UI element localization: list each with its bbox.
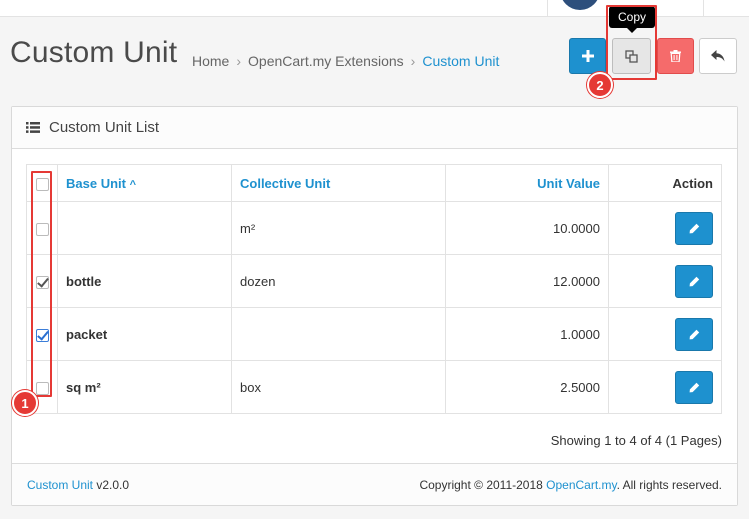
breadcrumb-separator: › <box>410 53 416 69</box>
step-marker-2: 2 <box>587 72 613 98</box>
copy-icon <box>625 49 638 63</box>
pencil-icon <box>689 382 699 392</box>
add-new-button[interactable] <box>569 38 606 74</box>
row-checkbox[interactable] <box>35 275 49 289</box>
reply-icon <box>711 50 725 62</box>
pagination-summary: Showing 1 to 4 of 4 (1 Pages) <box>550 433 722 448</box>
pencil-icon <box>689 223 699 233</box>
version-text: v2.0.0 <box>93 477 130 492</box>
row-select-cell <box>26 307 58 361</box>
plus-icon <box>581 50 594 62</box>
unit-value-cell: 1.0000 <box>445 307 609 361</box>
column-header-unit-value[interactable]: Unit Value <box>445 164 609 202</box>
module-link[interactable]: Custom Unit <box>27 478 93 492</box>
table-row: m² 10.0000 <box>26 201 722 255</box>
row-checkbox[interactable] <box>35 222 49 236</box>
tooltip-arrow <box>627 28 637 33</box>
select-all-checkbox[interactable] <box>35 177 49 191</box>
row-select-cell <box>26 201 58 255</box>
back-button[interactable] <box>699 38 737 74</box>
select-all-cell <box>26 164 58 202</box>
company-link[interactable]: OpenCart.my <box>546 478 616 492</box>
navbar-divider <box>703 0 704 17</box>
base-unit-cell: bottle <box>57 254 232 308</box>
action-cell <box>608 201 722 255</box>
unit-value-cell: 12.0000 <box>445 254 609 308</box>
column-header-collective-unit[interactable]: Collective Unit <box>231 164 446 202</box>
pencil-icon <box>689 276 699 286</box>
copyright: Copyright © 2011-2018 OpenCart.my. All r… <box>419 478 722 492</box>
sort-ascending-icon: ^ <box>129 178 137 191</box>
row-checkbox[interactable] <box>35 328 49 342</box>
pencil-icon <box>689 329 699 339</box>
copyright-prefix: Copyright © 2011-2018 <box>419 477 547 492</box>
base-unit-cell <box>57 201 232 255</box>
page-title: Custom Unit <box>10 36 178 69</box>
table-row: packet 1.0000 <box>26 307 722 361</box>
delete-button[interactable] <box>657 38 694 74</box>
breadcrumb-extensions[interactable]: OpenCart.my Extensions <box>248 53 404 69</box>
copy-button[interactable] <box>612 38 651 74</box>
panel-heading: Custom Unit List <box>12 107 737 149</box>
custom-unit-panel: Custom Unit List Base Unit ^ Collective … <box>11 106 738 506</box>
breadcrumb-separator: › <box>236 53 242 69</box>
panel-footer: Custom Unit v2.0.0 Copyright © 2011-2018… <box>12 463 737 505</box>
unit-value-cell: 2.5000 <box>445 360 609 414</box>
edit-button[interactable] <box>675 211 713 245</box>
base-unit-cell: packet <box>57 307 232 361</box>
unit-value-cell: 10.0000 <box>445 201 609 255</box>
edit-button[interactable] <box>675 264 713 298</box>
collective-unit-cell: box <box>231 360 446 414</box>
collective-unit-cell <box>231 307 446 361</box>
column-header-base-unit[interactable]: Base Unit ^ <box>57 164 232 202</box>
edit-button[interactable] <box>675 370 713 404</box>
action-cell <box>608 254 722 308</box>
table-header-row: Base Unit ^ Collective Unit Unit Value A… <box>26 164 722 202</box>
collective-unit-cell: m² <box>231 201 446 255</box>
navbar-divider <box>547 0 548 17</box>
row-select-cell <box>26 254 58 308</box>
row-checkbox[interactable] <box>35 381 49 395</box>
list-icon <box>26 122 40 133</box>
edit-button[interactable] <box>675 317 713 351</box>
user-avatar[interactable] <box>560 0 600 10</box>
base-unit-sort-link[interactable]: Base Unit <box>66 176 126 191</box>
action-cell <box>608 360 722 414</box>
table-row: bottle dozen 12.0000 <box>26 254 722 308</box>
column-header-action: Action <box>608 164 722 202</box>
breadcrumb-custom-unit[interactable]: Custom Unit <box>422 53 499 69</box>
table-row: sq m² box 2.5000 <box>26 360 722 414</box>
copy-tooltip: Copy <box>609 6 655 28</box>
custom-unit-table: Base Unit ^ Collective Unit Unit Value A… <box>26 164 722 414</box>
module-version: Custom Unit v2.0.0 <box>27 478 129 492</box>
action-cell <box>608 307 722 361</box>
panel-title: Custom Unit List <box>49 119 160 136</box>
base-unit-cell: sq m² <box>57 360 232 414</box>
collective-unit-cell: dozen <box>231 254 446 308</box>
trash-icon <box>670 50 681 62</box>
breadcrumb-home[interactable]: Home <box>192 53 229 69</box>
breadcrumb: Home › OpenCart.my Extensions › Custom U… <box>192 53 499 69</box>
copyright-suffix: . All rights reserved. <box>616 477 722 492</box>
step-marker-1: 1 <box>12 390 38 416</box>
